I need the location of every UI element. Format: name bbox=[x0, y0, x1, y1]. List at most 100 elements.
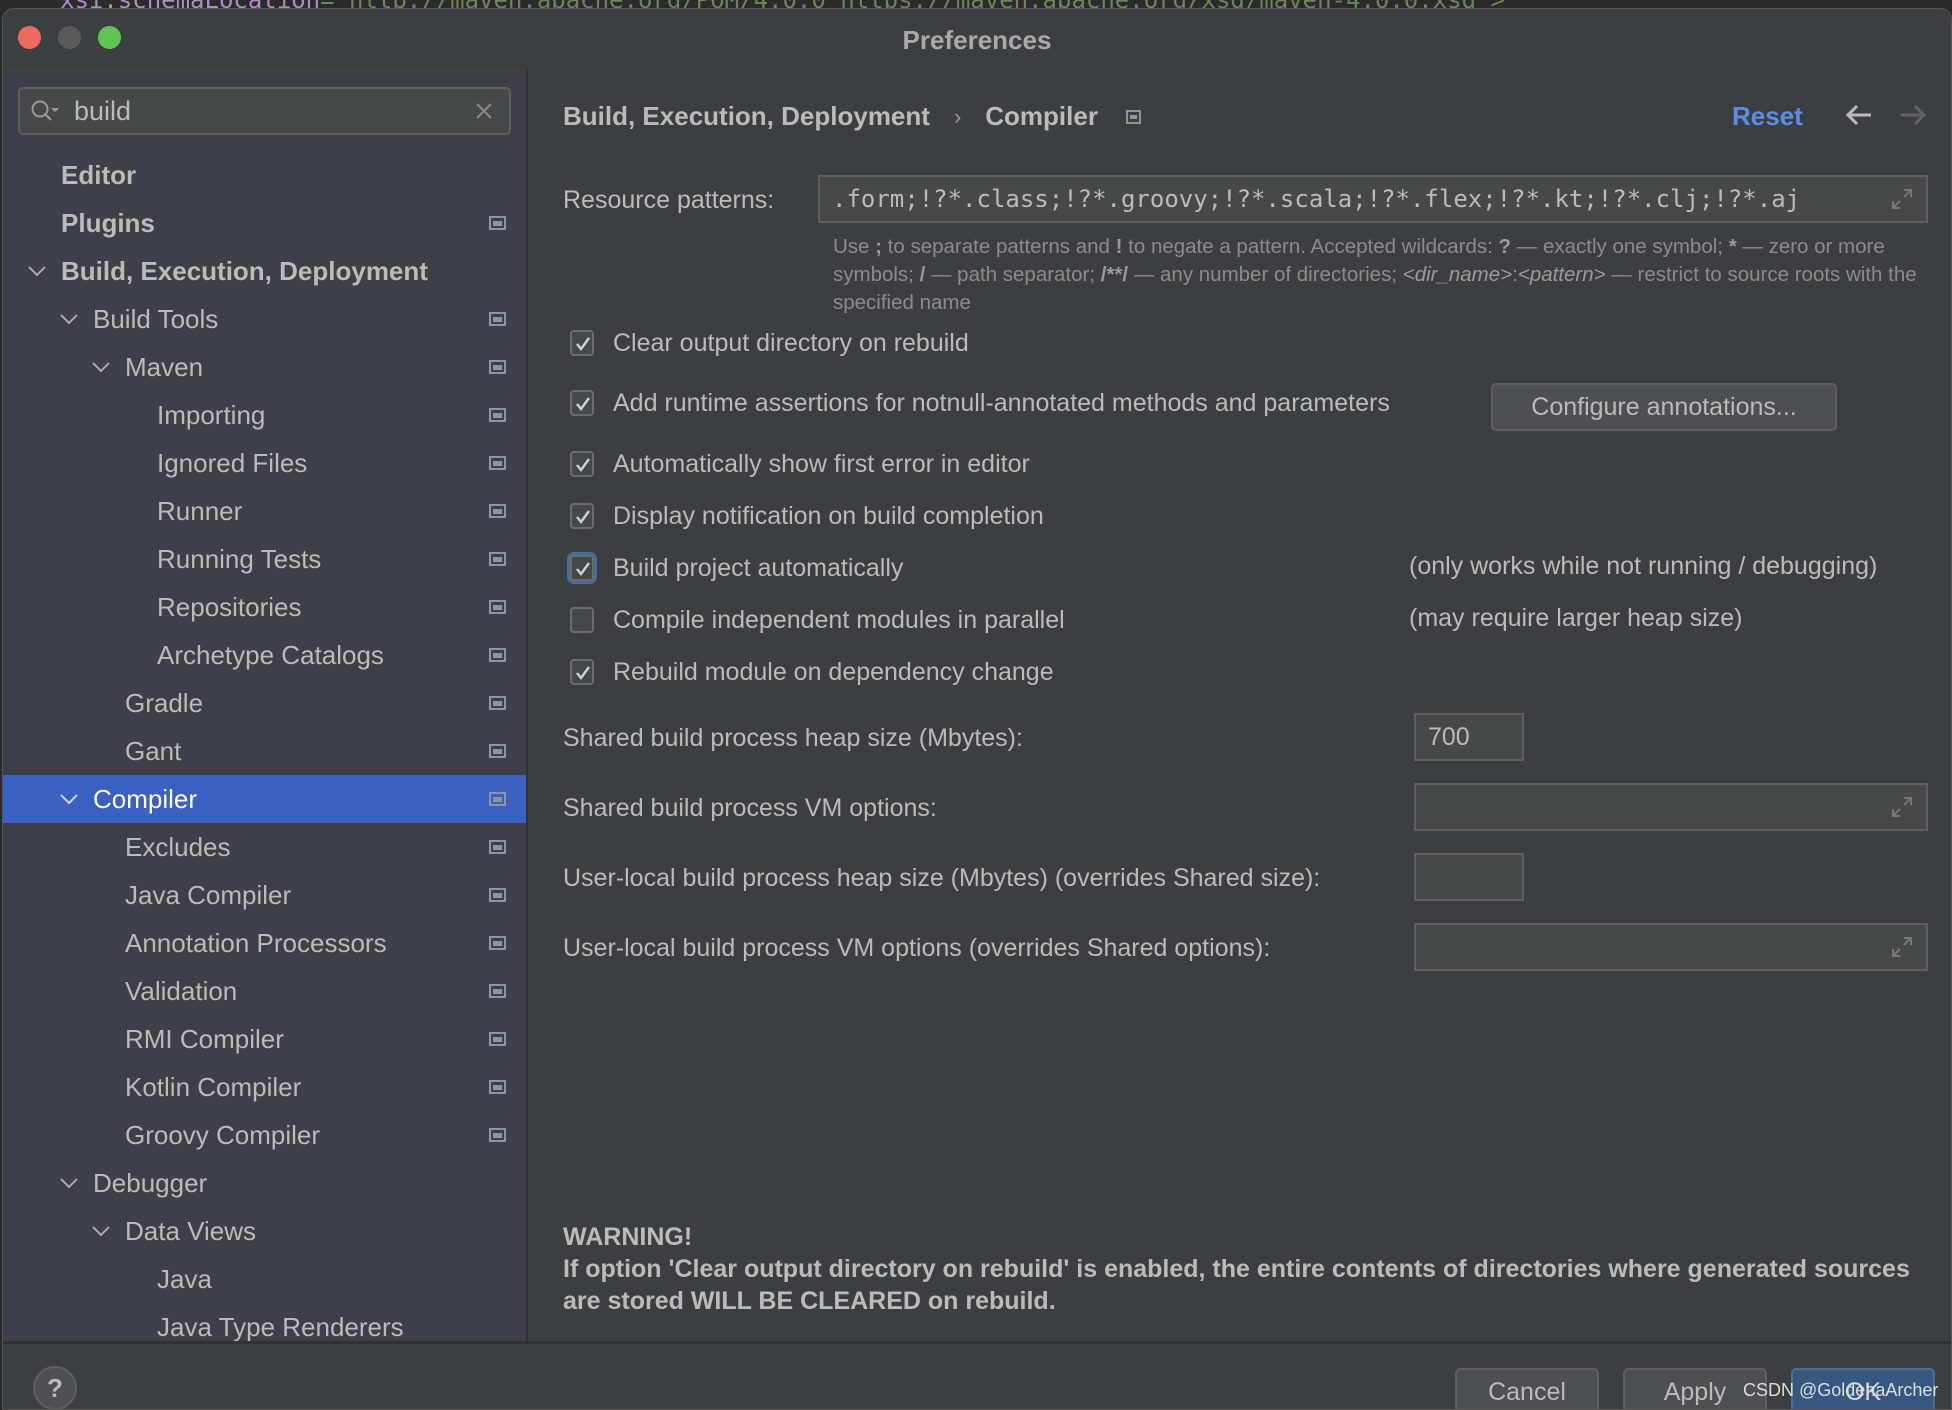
chevron-down-icon[interactable] bbox=[59, 313, 79, 327]
checkbox-label[interactable]: Build project automatically bbox=[613, 554, 903, 583]
sidebar-item-label: Groovy Compiler bbox=[125, 1119, 321, 1150]
shared-heap-input[interactable] bbox=[1416, 715, 1522, 759]
sidebar-item[interactable]: Build Tools bbox=[3, 295, 526, 343]
warning-message: WARNING! If option 'Clear output directo… bbox=[563, 1221, 1951, 1317]
checkbox-label[interactable]: Clear output directory on rebuild bbox=[613, 329, 969, 358]
sidebar-item[interactable]: Ignored Files bbox=[3, 439, 526, 487]
sidebar-item-label: Annotation Processors bbox=[125, 927, 387, 958]
checkbox-label[interactable]: Display notification on build completion bbox=[613, 502, 1044, 531]
chevron-down-icon[interactable] bbox=[91, 1225, 111, 1239]
sidebar-item[interactable]: Data Views bbox=[3, 1207, 526, 1255]
checkbox[interactable] bbox=[570, 451, 594, 477]
chevron-down-icon[interactable] bbox=[59, 1177, 79, 1191]
sidebar-item[interactable]: Importing bbox=[3, 391, 526, 439]
sidebar-item[interactable]: Java Type Renderers bbox=[3, 1303, 526, 1342]
project-level-icon bbox=[489, 792, 506, 806]
expand-icon[interactable] bbox=[1890, 187, 1914, 211]
search-input[interactable] bbox=[74, 93, 454, 129]
checkmark-icon bbox=[576, 666, 591, 681]
project-level-icon bbox=[489, 408, 506, 422]
sidebar-item-label: Gant bbox=[125, 735, 182, 766]
project-level-icon bbox=[489, 216, 506, 230]
sidebar-item-label: Kotlin Compiler bbox=[125, 1071, 302, 1102]
local-heap-input[interactable] bbox=[1416, 855, 1522, 899]
sidebar-item[interactable]: Running Tests bbox=[3, 535, 526, 583]
checkbox[interactable] bbox=[570, 607, 594, 633]
project-level-icon bbox=[489, 600, 506, 614]
settings-search[interactable] bbox=[18, 87, 511, 135]
configure-annotations-button[interactable]: Configure annotations... bbox=[1491, 383, 1837, 431]
cancel-button[interactable]: Cancel bbox=[1455, 1368, 1599, 1409]
expand-icon[interactable] bbox=[1890, 795, 1914, 819]
help-button[interactable]: ? bbox=[33, 1366, 77, 1409]
checkbox-row: Clear output directory on rebuild bbox=[570, 326, 969, 360]
shared-heap-field[interactable] bbox=[1414, 713, 1524, 761]
sidebar-item-label: Running Tests bbox=[157, 543, 322, 574]
local-vm-label: User-local build process VM options (ove… bbox=[563, 934, 1271, 962]
resource-patterns-input[interactable] bbox=[820, 177, 1926, 221]
checkbox-label[interactable]: Automatically show first error in editor bbox=[613, 450, 1030, 479]
shared-vm-input[interactable] bbox=[1416, 785, 1926, 829]
breadcrumb-separator: › bbox=[953, 103, 962, 129]
sidebar-item[interactable]: Groovy Compiler bbox=[3, 1111, 526, 1159]
chevron-down-icon[interactable] bbox=[27, 265, 47, 279]
sidebar-item[interactable]: Archetype Catalogs bbox=[3, 631, 526, 679]
back-arrow-icon[interactable] bbox=[1844, 103, 1874, 127]
sidebar-item[interactable]: Debugger bbox=[3, 1159, 526, 1207]
chevron-down-icon[interactable] bbox=[59, 793, 79, 807]
sidebar-item[interactable]: Repositories bbox=[3, 583, 526, 631]
checkbox[interactable] bbox=[570, 503, 594, 529]
local-vm-input[interactable] bbox=[1416, 925, 1926, 969]
sidebar-item[interactable]: Java bbox=[3, 1255, 526, 1303]
sidebar-item-label: Repositories bbox=[157, 591, 302, 622]
sidebar-item[interactable]: Runner bbox=[3, 487, 526, 535]
checkbox-row: Compile independent modules in parallel bbox=[570, 603, 1065, 637]
checkbox[interactable] bbox=[570, 390, 594, 416]
sidebar-item[interactable]: RMI Compiler bbox=[3, 1015, 526, 1063]
checkbox[interactable] bbox=[570, 555, 594, 581]
checkbox-label[interactable]: Compile independent modules in parallel bbox=[613, 606, 1065, 635]
project-level-icon bbox=[1125, 109, 1141, 124]
sidebar-item[interactable]: Validation bbox=[3, 967, 526, 1015]
sidebar-item-label: RMI Compiler bbox=[125, 1023, 284, 1054]
sidebar-item-label: Plugins bbox=[61, 207, 155, 238]
forward-arrow-icon[interactable] bbox=[1898, 103, 1928, 127]
project-level-icon bbox=[489, 840, 506, 854]
breadcrumb-item[interactable]: Build, Execution, Deployment bbox=[563, 101, 930, 132]
sidebar-item[interactable]: Gradle bbox=[3, 679, 526, 727]
settings-tree: Editor Plugins Build, Execution, Deploymen… bbox=[3, 151, 526, 1341]
sidebar-item-label: Java Compiler bbox=[125, 879, 292, 910]
checkbox-label[interactable]: Rebuild module on dependency change bbox=[613, 658, 1054, 687]
sidebar-item-label: Build, Execution, Deployment bbox=[61, 255, 428, 286]
checkbox-label[interactable]: Add runtime assertions for notnull-annot… bbox=[613, 389, 1390, 418]
sidebar-item-label: Excludes bbox=[125, 831, 231, 862]
sidebar-item[interactable]: Editor bbox=[3, 151, 526, 199]
sidebar-item[interactable]: Gant bbox=[3, 727, 526, 775]
project-level-icon bbox=[489, 648, 506, 662]
project-level-icon bbox=[489, 360, 506, 374]
clear-search-icon[interactable] bbox=[473, 100, 495, 122]
sidebar-item[interactable]: Kotlin Compiler bbox=[3, 1063, 526, 1111]
sidebar-item[interactable]: Plugins bbox=[3, 199, 526, 247]
sidebar-item-label: Compiler bbox=[93, 783, 198, 814]
checkbox[interactable] bbox=[570, 659, 594, 685]
shared-vm-field[interactable] bbox=[1414, 783, 1928, 831]
search-icon[interactable] bbox=[30, 99, 60, 125]
checkbox-row: Add runtime assertions for notnull-annot… bbox=[570, 386, 1390, 420]
sidebar-item[interactable]: Build, Execution, Deployment bbox=[3, 247, 526, 295]
sidebar-item[interactable]: Maven bbox=[3, 343, 526, 391]
expand-icon[interactable] bbox=[1890, 935, 1914, 959]
sidebar-item[interactable]: Java Compiler bbox=[3, 871, 526, 919]
reset-link[interactable]: Reset bbox=[1732, 101, 1803, 132]
resource-patterns-field[interactable] bbox=[818, 175, 1928, 223]
checkbox[interactable] bbox=[570, 330, 594, 356]
chevron-down-icon[interactable] bbox=[91, 361, 111, 375]
sidebar-item-label: Editor bbox=[61, 159, 137, 190]
sidebar-item[interactable]: Annotation Processors bbox=[3, 919, 526, 967]
local-heap-field[interactable] bbox=[1414, 853, 1524, 901]
sidebar-item[interactable]: Excludes bbox=[3, 823, 526, 871]
sidebar-item[interactable]: Compiler bbox=[3, 775, 526, 823]
title-bar: Preferences bbox=[3, 9, 1951, 69]
local-vm-field[interactable] bbox=[1414, 923, 1928, 971]
project-level-icon bbox=[489, 504, 506, 518]
